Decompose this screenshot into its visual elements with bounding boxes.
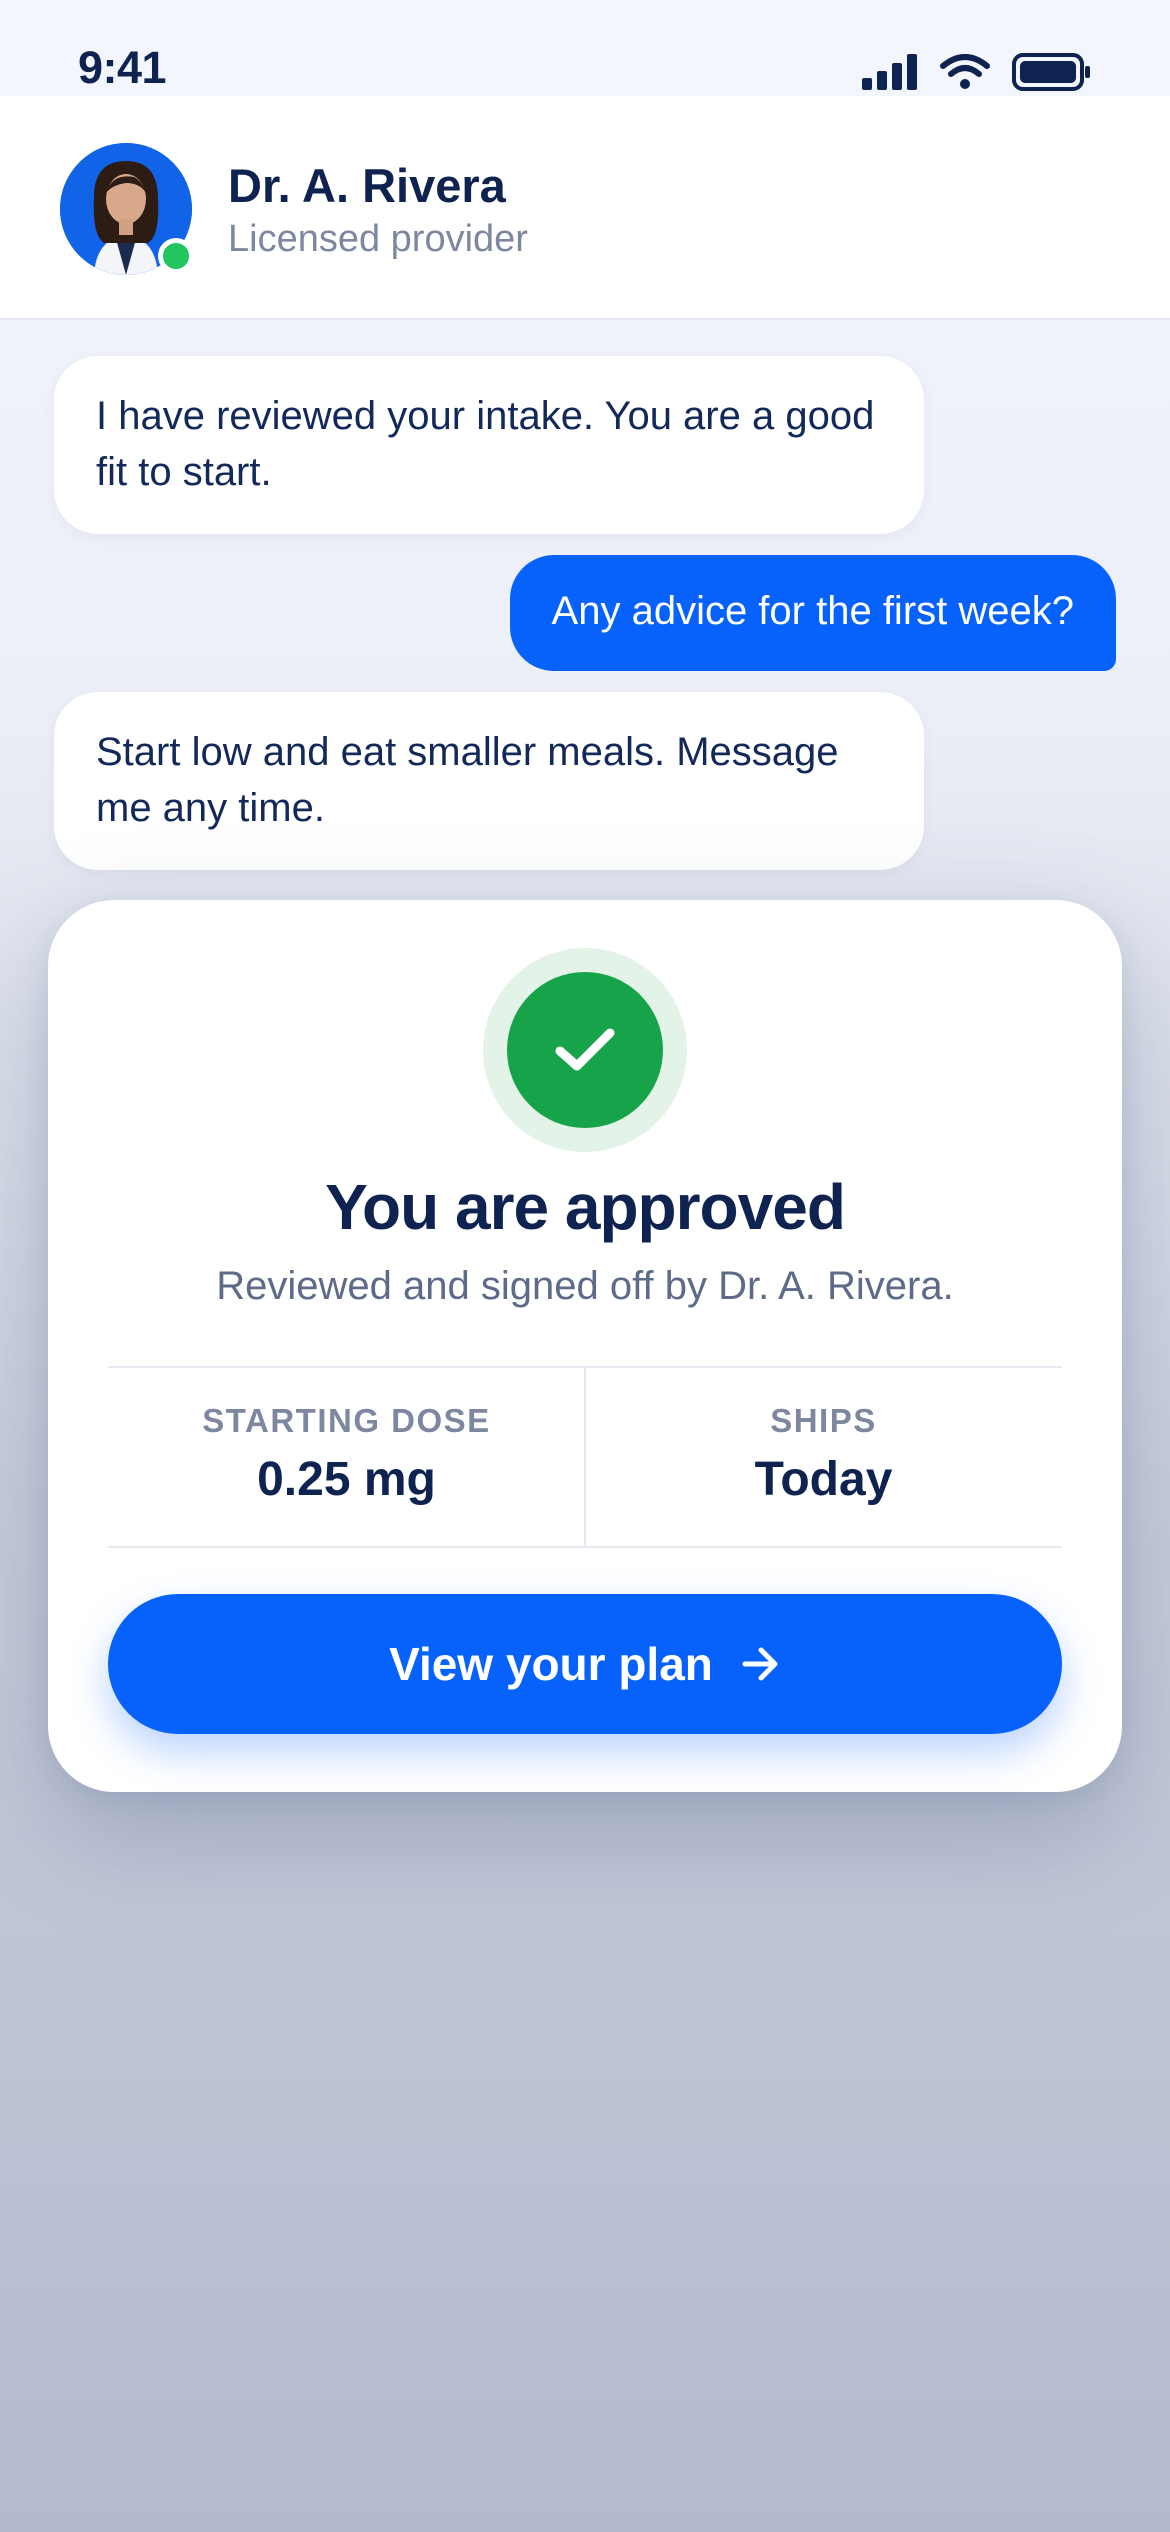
arrow-right-icon: [742, 1647, 778, 1681]
status-time: 9:41: [78, 42, 167, 93]
status-icons: [862, 50, 1092, 94]
approval-title: You are approved: [325, 1171, 846, 1243]
check-icon: [555, 1028, 615, 1071]
provider-role: Licensed provider: [228, 218, 528, 260]
ships-value: Today: [754, 1453, 893, 1506]
message-bubble-provider: Start low and eat smaller meals. Message…: [54, 692, 924, 870]
battery-icon: [1012, 53, 1090, 91]
provider-name: Dr. A. Rivera: [228, 159, 506, 212]
starting-dose-value: 0.25 mg: [257, 1453, 436, 1506]
cellular-signal-icon: [862, 54, 917, 90]
divider: [108, 1546, 1062, 1548]
message-bubble-user: Any advice for the first week?: [509, 555, 1116, 671]
chat-header: Dr. A. Rivera Licensed provider: [0, 96, 1170, 320]
status-bar: 9:41: [0, 0, 1170, 96]
approved-badge: [507, 972, 663, 1128]
approval-subtitle: Reviewed and signed off by Dr. A. Rivera…: [216, 1264, 954, 1308]
view-plan-button[interactable]: View your plan: [108, 1594, 1062, 1734]
message-bubble-provider: I have reviewed your intake. You are a g…: [54, 356, 924, 534]
approval-card: You are approved Reviewed and signed off…: [48, 900, 1122, 1792]
wifi-icon: [940, 54, 990, 89]
view-plan-label: View your plan: [389, 1638, 713, 1690]
online-status-indicator: [158, 238, 194, 274]
starting-dose-label: STARTING DOSE: [202, 1402, 491, 1439]
ships-label: SHIPS: [770, 1402, 877, 1439]
